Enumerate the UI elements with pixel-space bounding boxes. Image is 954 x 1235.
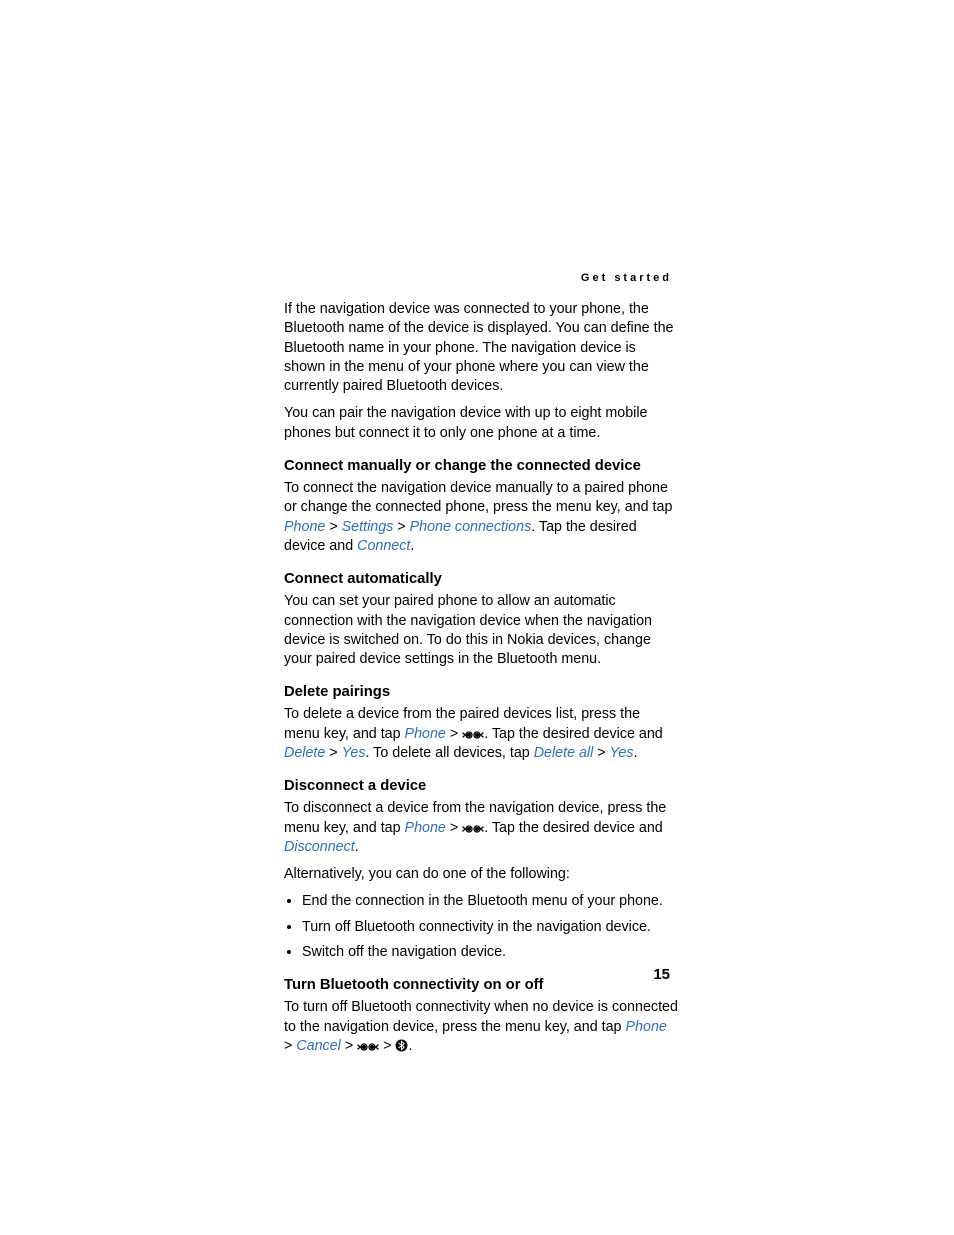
heading-connect-manually: Connect manually or change the connected…	[284, 457, 679, 477]
list-item: Turn off Bluetooth connectivity in the n…	[302, 918, 679, 937]
ui-link-phone: Phone	[284, 519, 325, 535]
connection-icon	[357, 1040, 379, 1054]
separator: >	[379, 1038, 395, 1054]
separator: >	[593, 745, 609, 761]
separator: >	[341, 1038, 357, 1054]
bluetooth-icon	[395, 1039, 408, 1052]
separator: >	[446, 726, 462, 742]
separator: >	[446, 820, 462, 836]
text: To turn off Bluetooth connectivity when …	[284, 999, 678, 1034]
text: . Tap the desired device and	[484, 820, 663, 836]
separator: >	[325, 745, 341, 761]
paragraph: To turn off Bluetooth connectivity when …	[284, 998, 679, 1056]
paragraph: If the navigation device was connected t…	[284, 300, 679, 396]
paragraph: To delete a device from the paired devic…	[284, 705, 679, 763]
list-item: Switch off the navigation device.	[302, 943, 679, 962]
ui-link-cancel: Cancel	[296, 1038, 341, 1054]
paragraph: Alternatively, you can do one of the fol…	[284, 865, 679, 884]
paragraph: To disconnect a device from the navigati…	[284, 799, 679, 857]
text: .	[633, 745, 637, 761]
text: . To delete all devices, tap	[365, 745, 533, 761]
ui-link-phone: Phone	[626, 1019, 667, 1035]
ui-link-connect: Connect	[357, 538, 410, 554]
running-header: Get started	[581, 272, 672, 284]
ui-link-delete-all: Delete all	[534, 745, 594, 761]
ui-link-settings: Settings	[342, 519, 394, 535]
ui-link-disconnect: Disconnect	[284, 839, 355, 855]
ui-link-yes: Yes	[610, 745, 634, 761]
connection-icon	[462, 822, 484, 836]
heading-bluetooth-on-off: Turn Bluetooth connectivity on or off	[284, 976, 679, 996]
connection-icon	[462, 728, 484, 742]
separator: >	[393, 519, 409, 535]
ui-link-yes: Yes	[342, 745, 366, 761]
text: .	[410, 538, 414, 554]
heading-disconnect-device: Disconnect a device	[284, 777, 679, 797]
ui-link-phone-connections: Phone connections	[410, 519, 532, 535]
text: .	[355, 839, 359, 855]
paragraph: You can set your paired phone to allow a…	[284, 592, 679, 669]
page-number: 15	[653, 966, 670, 983]
paragraph: To connect the navigation device manuall…	[284, 479, 679, 556]
bullet-list: End the connection in the Bluetooth menu…	[284, 892, 679, 962]
list-item: End the connection in the Bluetooth menu…	[302, 892, 679, 911]
heading-connect-automatically: Connect automatically	[284, 570, 679, 590]
ui-link-delete: Delete	[284, 745, 325, 761]
ui-link-phone: Phone	[405, 820, 446, 836]
ui-link-phone: Phone	[405, 726, 446, 742]
text: .	[408, 1038, 412, 1054]
text: To connect the navigation device manuall…	[284, 480, 672, 515]
separator: >	[284, 1038, 296, 1054]
separator: >	[325, 519, 341, 535]
page-content: If the navigation device was connected t…	[284, 300, 679, 1064]
heading-delete-pairings: Delete pairings	[284, 683, 679, 703]
paragraph: You can pair the navigation device with …	[284, 404, 679, 443]
text: . Tap the desired device and	[484, 726, 663, 742]
